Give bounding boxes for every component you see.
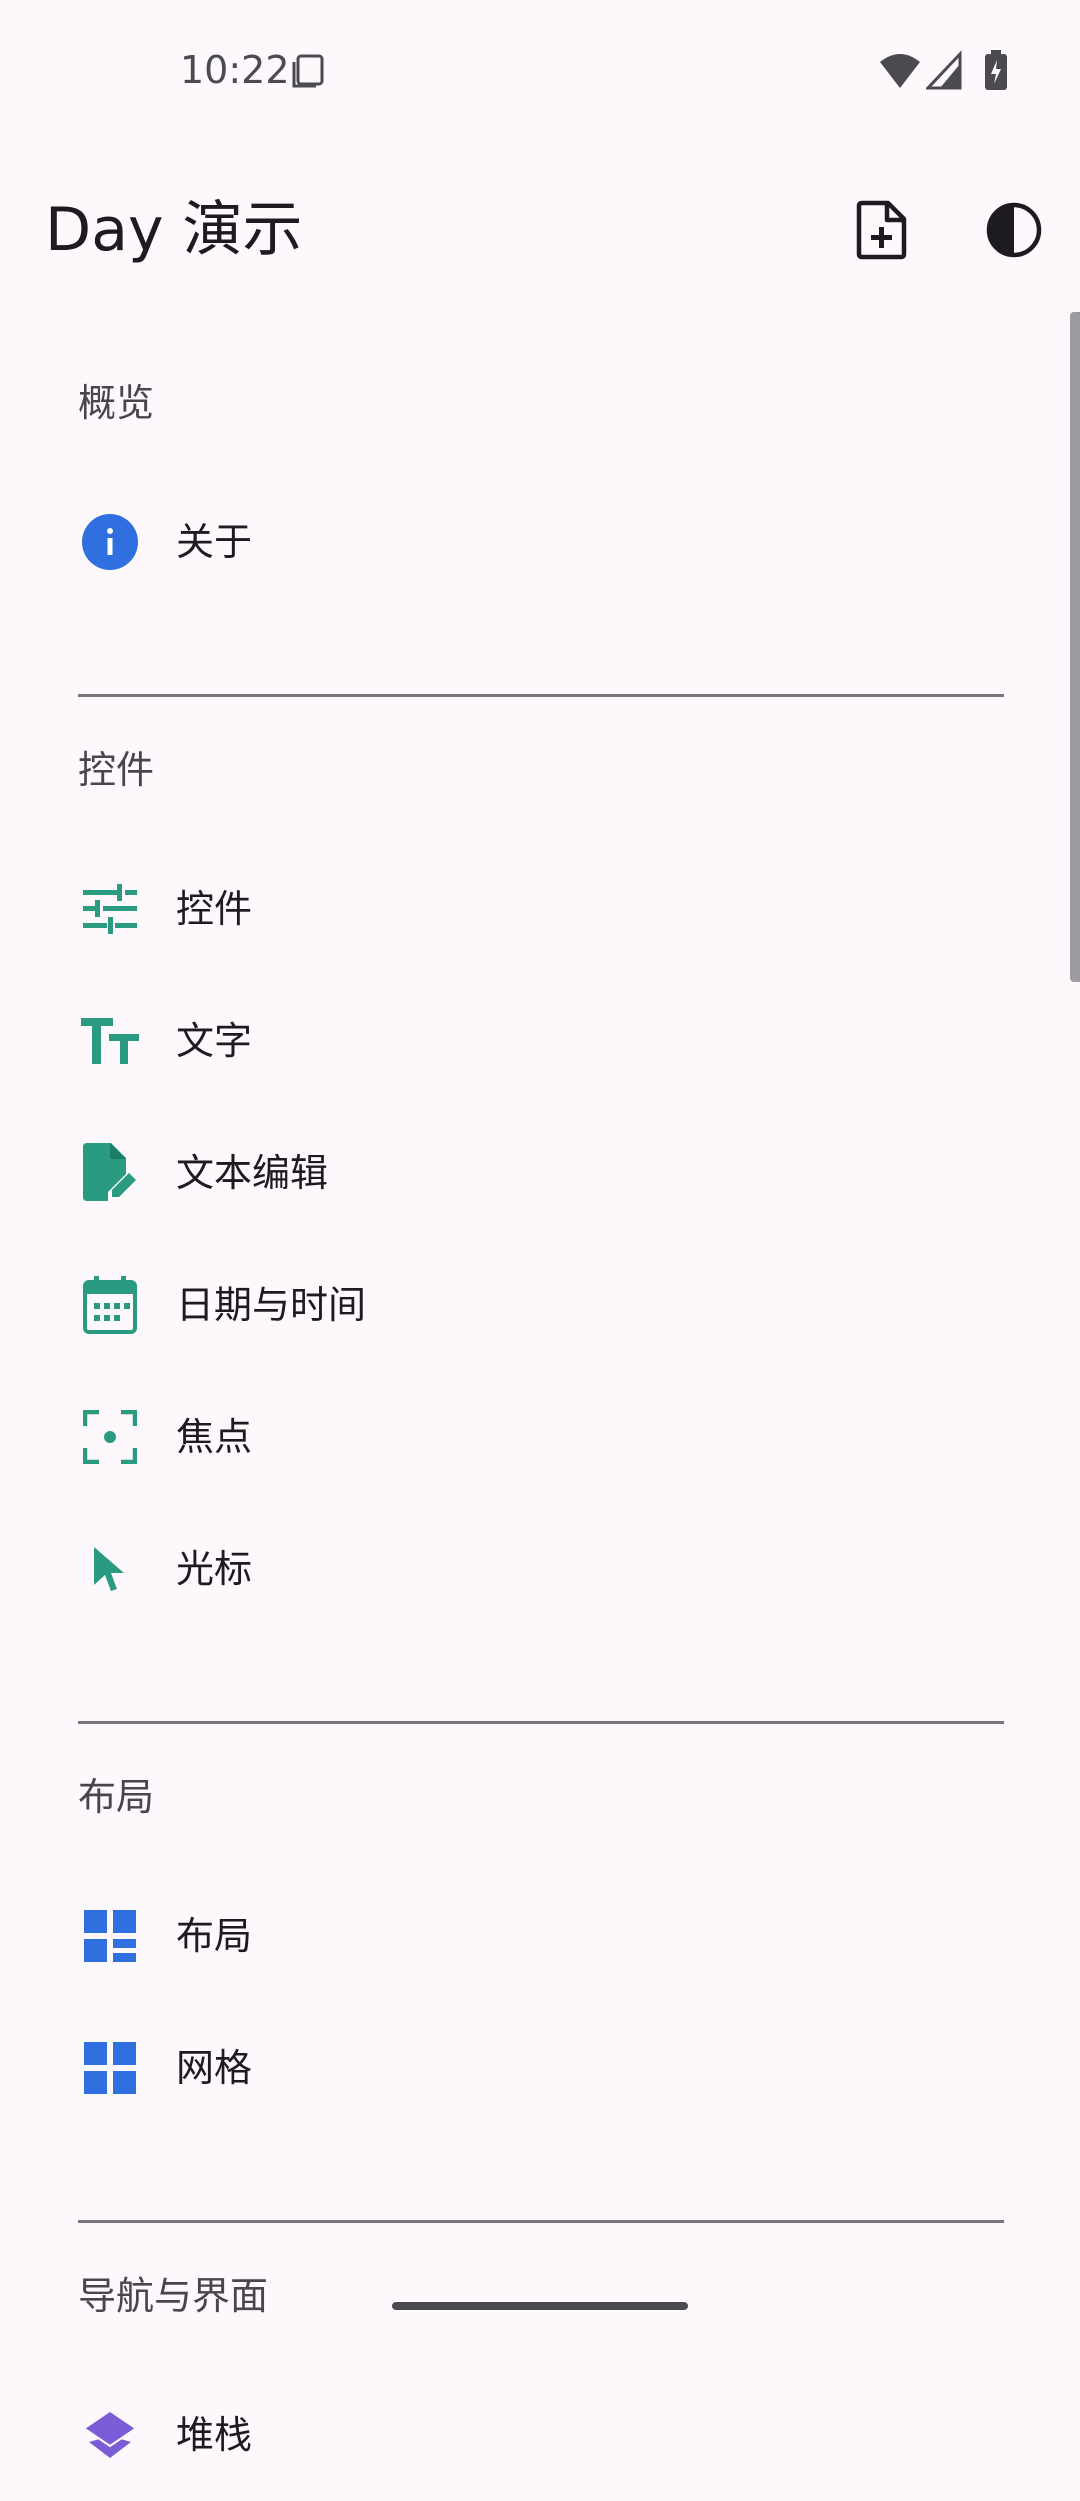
status-time: 10:22: [180, 48, 290, 92]
menu-item-about[interactable]: 关于: [0, 476, 1080, 608]
new-document-button[interactable]: [840, 188, 924, 272]
note-add-icon: [856, 200, 907, 260]
menu-item-widgets[interactable]: 控件: [0, 843, 1080, 975]
calendar-icon: [78, 1273, 142, 1337]
menu-item-label: 控件: [176, 887, 253, 931]
center-focus-icon: [78, 1405, 142, 1469]
section-header-overview: 概览: [78, 381, 155, 425]
top-app-bar: Day 演示: [0, 180, 1080, 280]
menu-item-grid[interactable]: 网格: [0, 2002, 1080, 2134]
menu-item-stack[interactable]: 堆栈: [0, 2369, 1080, 2501]
page-title: Day 演示: [45, 195, 303, 265]
menu-item-label: 网格: [176, 2046, 253, 2090]
status-bar: 10:22: [0, 0, 1080, 140]
menu-list: 概览 关于 控件 控件 文字 文本编辑 日期与时间 焦点 光标 布局 布局 网格…: [0, 330, 1080, 2501]
menu-item-label: 堆栈: [176, 2413, 253, 2457]
sim-card-icon: [290, 52, 326, 90]
theme-toggle-button[interactable]: [972, 188, 1056, 272]
battery-charging-icon: [985, 50, 1007, 90]
status-indicators: [878, 50, 1008, 92]
grid-view-icon: [78, 2036, 142, 2100]
info-icon: [78, 510, 142, 574]
menu-item-cursor[interactable]: 光标: [0, 1503, 1080, 1635]
layers-icon: [78, 2403, 142, 2467]
section-header-widgets: 控件: [78, 748, 155, 792]
section-header-navigation: 导航与界面: [78, 2274, 269, 2318]
cellular-signal-icon: [926, 50, 962, 90]
cursor-arrow-icon: [78, 1537, 142, 1601]
menu-item-text-edit[interactable]: 文本编辑: [0, 1107, 1080, 1239]
gesture-navigation-bar[interactable]: [392, 2302, 688, 2310]
menu-item-date-time[interactable]: 日期与时间: [0, 1239, 1080, 1371]
wifi-icon: [880, 54, 920, 88]
edit-document-icon: [78, 1141, 142, 1205]
menu-item-layout[interactable]: 布局: [0, 1870, 1080, 2002]
text-fields-icon: [78, 1009, 142, 1073]
menu-item-label: 焦点: [176, 1415, 253, 1459]
menu-item-label: 光标: [176, 1547, 253, 1591]
menu-item-text[interactable]: 文字: [0, 975, 1080, 1107]
menu-item-label: 日期与时间: [176, 1283, 367, 1327]
menu-item-label: 文本编辑: [176, 1151, 329, 1195]
menu-item-label: 文字: [176, 1019, 253, 1063]
contrast-icon: [986, 202, 1042, 258]
menu-item-label: 布局: [176, 1914, 253, 1958]
menu-item-label: 关于: [176, 520, 253, 564]
dashboard-layout-icon: [78, 1904, 142, 1968]
section-header-layout: 布局: [78, 1775, 155, 1819]
menu-item-focus[interactable]: 焦点: [0, 1371, 1080, 1503]
tune-icon: [78, 877, 142, 941]
